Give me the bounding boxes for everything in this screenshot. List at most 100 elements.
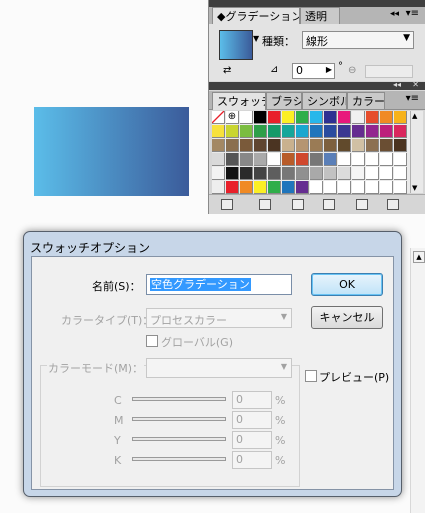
swatch[interactable] [380,167,393,180]
swatch[interactable] [394,181,407,194]
window-scrollbar[interactable]: ▲ [410,248,425,513]
swatch[interactable] [352,167,365,180]
reverse-gradient-icon[interactable]: ⇄ [223,65,231,76]
swatch[interactable] [310,111,323,124]
swatch[interactable] [212,139,225,152]
swatch[interactable] [240,153,253,166]
thumbnail-dropdown-icon[interactable]: ▼ [253,34,259,43]
swatch[interactable] [282,153,295,166]
channel-value[interactable]: 0 [232,431,272,449]
swatch[interactable] [338,139,351,152]
swatch[interactable] [352,139,365,152]
swatch[interactable] [352,181,365,194]
swatch[interactable] [268,125,281,138]
tab-color[interactable]: カラー [347,92,385,109]
swatch[interactable] [296,111,309,124]
swatch[interactable] [352,153,365,166]
swatch[interactable] [366,139,379,152]
scroll-up-icon[interactable]: ▲ [413,251,425,263]
swatch[interactable] [268,139,281,152]
swatch[interactable] [366,181,379,194]
channel-slider[interactable] [132,457,226,461]
swatch[interactable] [310,167,323,180]
channel-value[interactable]: 0 [232,411,272,429]
channel-slider[interactable] [132,437,226,441]
swatch[interactable] [296,167,309,180]
swatch[interactable] [254,181,267,194]
swatch[interactable] [310,153,323,166]
tab-transparency[interactable]: 透明 [300,7,340,24]
tab-swatches[interactable]: スウォッチ [212,92,266,110]
swatch[interactable] [394,111,407,124]
swatch[interactable] [366,167,379,180]
swatch[interactable] [352,125,365,138]
panel-grip-bar[interactable] [209,0,425,7]
swatch[interactable] [254,167,267,180]
show-kinds-icon[interactable] [259,199,271,210]
swatch[interactable] [240,139,253,152]
swatch[interactable] [380,139,393,152]
swatch[interactable] [296,181,309,194]
swatch[interactable] [282,167,295,180]
swatch[interactable] [254,111,267,124]
collapse-icon[interactable]: ◂◂ [393,80,401,89]
swatch-grid[interactable]: ⊕ [212,111,411,194]
scroll-down-icon[interactable]: ▼ [412,184,417,192]
swatch[interactable] [212,125,225,138]
swatch[interactable] [366,125,379,138]
swatch[interactable] [338,111,351,124]
tab-symbols[interactable]: シンボル [302,92,347,109]
swatch[interactable] [254,125,267,138]
swatch[interactable] [324,111,337,124]
swatch[interactable] [212,181,225,194]
swatch-library-icon[interactable] [221,199,233,210]
swatch[interactable] [226,167,239,180]
channel-slider[interactable] [132,417,226,421]
swatch[interactable] [226,125,239,138]
gradient-type-select[interactable]: 線形 ▼ [302,31,414,49]
swatch[interactable] [366,111,379,124]
swatch[interactable] [338,125,351,138]
tab-gradient[interactable]: ◆グラデーション [212,7,300,25]
swatch[interactable] [310,139,323,152]
swatch[interactable] [380,153,393,166]
swatch[interactable] [310,181,323,194]
swatch[interactable] [380,125,393,138]
close-icon[interactable]: ✕ [412,80,419,89]
new-swatch-icon[interactable] [356,199,368,210]
swatch[interactable] [324,167,337,180]
swatch[interactable] [324,181,337,194]
global-checkbox[interactable] [146,335,158,347]
swatch[interactable] [282,139,295,152]
new-color-group-icon[interactable] [323,199,335,210]
channel-value[interactable]: 0 [232,391,272,409]
colortype-select[interactable]: プロセスカラー ▼ [146,308,292,328]
name-field[interactable]: 空色グラデーション [146,274,292,295]
swatch[interactable] [282,181,295,194]
swatch[interactable] [394,125,407,138]
swatch[interactable]: ⊕ [226,111,239,124]
delete-swatch-icon[interactable] [387,199,399,210]
swatch[interactable] [226,153,239,166]
swatch[interactable] [268,153,281,166]
scroll-up-icon[interactable]: ▲ [412,112,417,120]
swatch[interactable] [352,111,365,124]
swatch[interactable] [212,111,225,124]
swatch[interactable] [212,153,225,166]
swatch[interactable] [338,153,351,166]
location-input[interactable] [365,65,413,78]
gradient-thumbnail[interactable] [219,30,253,60]
swatches-menu-icon[interactable]: ▾≡ [406,93,419,104]
swatch[interactable] [240,125,253,138]
swatch[interactable] [324,153,337,166]
gradient-rectangle[interactable] [34,107,189,196]
swatches-scrollbar[interactable]: ▲ ▼ [410,111,423,193]
swatch[interactable] [268,167,281,180]
swatch[interactable] [324,125,337,138]
swatch[interactable] [366,153,379,166]
swatch[interactable] [394,167,407,180]
preview-checkbox[interactable] [305,370,317,382]
panel-collapse-icon[interactable]: ◂◂ [390,9,399,19]
swatch[interactable] [282,125,295,138]
swatch[interactable] [226,139,239,152]
